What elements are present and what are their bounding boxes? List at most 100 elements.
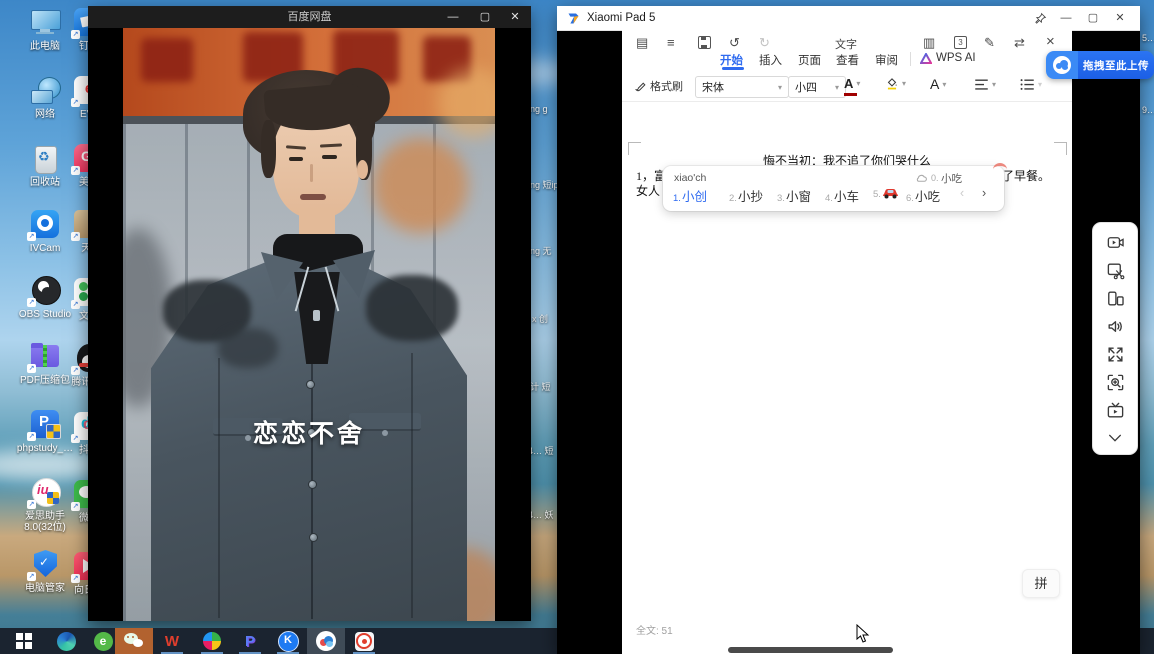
person-in-video	[123, 28, 495, 621]
page-columns-icon[interactable]: ▥	[923, 34, 935, 51]
desktop-icon-aisi[interactable]: iu↗ 爱思助手 8.0(32位)	[12, 478, 78, 533]
undo-icon[interactable]: ↺	[729, 34, 740, 51]
tab-home[interactable]: 开始	[720, 52, 743, 68]
tab-insert[interactable]: 插入	[759, 52, 782, 68]
video-subtitle: 恋恋不舍	[123, 414, 495, 450]
tab-wps-ai[interactable]: WPS AI	[936, 52, 976, 64]
ink-pen-icon[interactable]: ✎	[984, 34, 995, 51]
taskbar-wps-office-icon[interactable]: P	[231, 628, 269, 654]
edge-fragment: 9…	[1142, 105, 1154, 115]
minimize-button[interactable]: —	[1054, 6, 1078, 30]
tab-divider	[910, 52, 911, 66]
taskbar-baidu-netdisk-icon[interactable]	[307, 628, 345, 654]
maximize-button[interactable]: ▢	[471, 6, 499, 28]
desktop-icon-obs[interactable]: ↗ OBS Studio	[12, 276, 78, 320]
ime-candidate-4[interactable]: 4.小车	[825, 186, 859, 205]
volume-button[interactable]	[1093, 312, 1137, 340]
taskbar-wechat-icon[interactable]	[115, 628, 153, 654]
desktop-icon-pc-manager[interactable]: ✓↗ 电脑管家	[12, 550, 78, 594]
align-lines-icon	[974, 78, 989, 91]
active-tab-underline	[722, 67, 744, 70]
cast-tv-button[interactable]	[1093, 396, 1137, 424]
font-color-button[interactable]: A ▾	[844, 76, 860, 91]
shortcut-arrow-icon: ↗	[27, 364, 36, 373]
catalog-icon[interactable]: ▤	[636, 34, 648, 51]
pad-mirrored-screen: ▤ ≡ ↺ ↻ 文字 ▥ 3 ✎ ⇄ × 开始 插入 页面 查看 审阅 WPS …	[622, 30, 1072, 654]
ime-candidate-3[interactable]: 3.小窗	[777, 186, 811, 205]
taskbar-edge-icon[interactable]	[47, 628, 85, 654]
ime-next-page-arrow[interactable]: ›	[982, 186, 986, 200]
ime-cloud-number: 0.	[931, 173, 939, 183]
ime-candidate-6[interactable]: 6.小吃	[906, 186, 940, 205]
highlight-color-button[interactable]: ▾	[885, 76, 906, 90]
redo-icon[interactable]: ↻	[759, 34, 770, 51]
word-count-status: 全文: 51	[636, 622, 673, 637]
mouse-cursor	[856, 624, 870, 644]
share-sync-icon[interactable]: ⇄	[1014, 34, 1025, 51]
red-car-emoji	[882, 187, 899, 199]
ime-candidate-2[interactable]: 2.小抄	[729, 186, 763, 205]
ime-cloud-word[interactable]: 小吃	[941, 171, 962, 186]
ime-pinyin-mode-badge[interactable]: 拼	[1022, 569, 1060, 598]
wps-ai-logo-icon	[920, 53, 932, 65]
maximize-button[interactable]: ▢	[1081, 6, 1105, 30]
taskbar-k-app-icon[interactable]: K	[269, 628, 307, 654]
menu-icon[interactable]: ≡	[667, 34, 675, 51]
ime-candidate-5[interactable]: 5.	[873, 186, 899, 200]
xiaomi-pad-window: Xiaomi Pad 5 — ▢ ✕ ▤ ≡ ↺ ↻ 文字 ▥ 3 ✎ ⇄ × …	[557, 6, 1140, 654]
wps-logo-icon	[566, 11, 581, 26]
shortcut-arrow-icon: ↗	[27, 572, 36, 581]
close-button[interactable]: ✕	[501, 6, 529, 28]
ime-candidate-popup: xiao'ch 0. 小吃 1.小创 2.小抄 3.小窗 4.小车 5. 6.小…	[663, 166, 1004, 211]
font-name-select[interactable]: 宋体▾	[695, 76, 789, 98]
taskbar-pinwheel-icon[interactable]	[193, 628, 231, 654]
desktop-icon-pdf-zip[interactable]: ↗ PDF压缩包	[12, 342, 78, 386]
desktop-icon-this-pc[interactable]: 此电脑	[12, 8, 78, 52]
mirror-control-toolbar	[1092, 222, 1138, 455]
desktop-icon-network[interactable]: 网络	[12, 76, 78, 120]
bullet-list-icon	[1020, 78, 1035, 91]
tab-review[interactable]: 审阅	[875, 52, 898, 68]
start-button[interactable]	[5, 628, 43, 654]
save-icon[interactable]	[698, 36, 711, 49]
rotate-screen-button[interactable]	[1093, 284, 1137, 312]
netdisk-cloud-icon	[1046, 51, 1078, 79]
necklace-pendant	[313, 310, 320, 321]
font-size-select[interactable]: 小四▾	[788, 76, 846, 98]
edge-fragment: 5…	[1142, 33, 1154, 43]
video-content[interactable]: 恋恋不舍	[123, 28, 495, 621]
ime-candidate-1[interactable]: 1.小创	[673, 186, 707, 205]
shortcut-arrow-icon: ↗	[27, 500, 36, 509]
android-nav-bar[interactable]	[728, 647, 893, 653]
pin-icon[interactable]	[1034, 12, 1047, 25]
close-button[interactable]: ✕	[1108, 6, 1132, 30]
netdisk-upload-drop-button[interactable]: 拖拽至此上传	[1046, 51, 1154, 79]
tab-page[interactable]: 页面	[798, 52, 821, 68]
text-style-button[interactable]: A ▾	[930, 76, 946, 92]
format-painter-icon	[634, 80, 647, 93]
align-button[interactable]: ▾	[974, 78, 996, 91]
cloud-icon	[915, 173, 928, 183]
fullscreen-button[interactable]	[1093, 340, 1137, 368]
format-painter-button[interactable]: 格式刷	[634, 78, 683, 94]
collapse-toolbar-chevron-icon[interactable]	[1093, 424, 1137, 452]
shortcut-arrow-icon: ↗	[27, 232, 36, 241]
minimize-button[interactable]: —	[439, 6, 467, 28]
video-window-titlebar[interactable]: 百度网盘 — ▢ ✕	[88, 6, 531, 28]
tab-view[interactable]: 查看	[836, 52, 859, 68]
desktop-icon-phpstudy[interactable]: P↗ phpstudy_…	[12, 410, 78, 454]
desktop-icon-ivcam[interactable]: ↗ IVCam	[12, 210, 78, 254]
record-video-button[interactable]	[1093, 228, 1137, 256]
desktop-icon-recycle-bin[interactable]: ♻ 回收站	[12, 144, 78, 188]
taskbar-wps-writer-icon[interactable]: W	[153, 628, 191, 654]
screenshot-crop-button[interactable]	[1093, 256, 1137, 284]
ime-prev-page-arrow[interactable]: ‹	[960, 186, 964, 200]
taskbar-screen-recorder-icon[interactable]	[345, 628, 383, 654]
list-button[interactable]: ▾	[1020, 78, 1042, 91]
page-number-icon[interactable]: 3	[954, 36, 967, 49]
doc-line2: 女人	[636, 184, 660, 199]
pad-window-titlebar[interactable]: Xiaomi Pad 5 — ▢ ✕	[557, 6, 1140, 31]
shortcut-arrow-icon: ↗	[27, 432, 36, 441]
close-doc-icon[interactable]: ×	[1046, 33, 1055, 50]
zoom-in-screen-button[interactable]	[1093, 368, 1137, 396]
